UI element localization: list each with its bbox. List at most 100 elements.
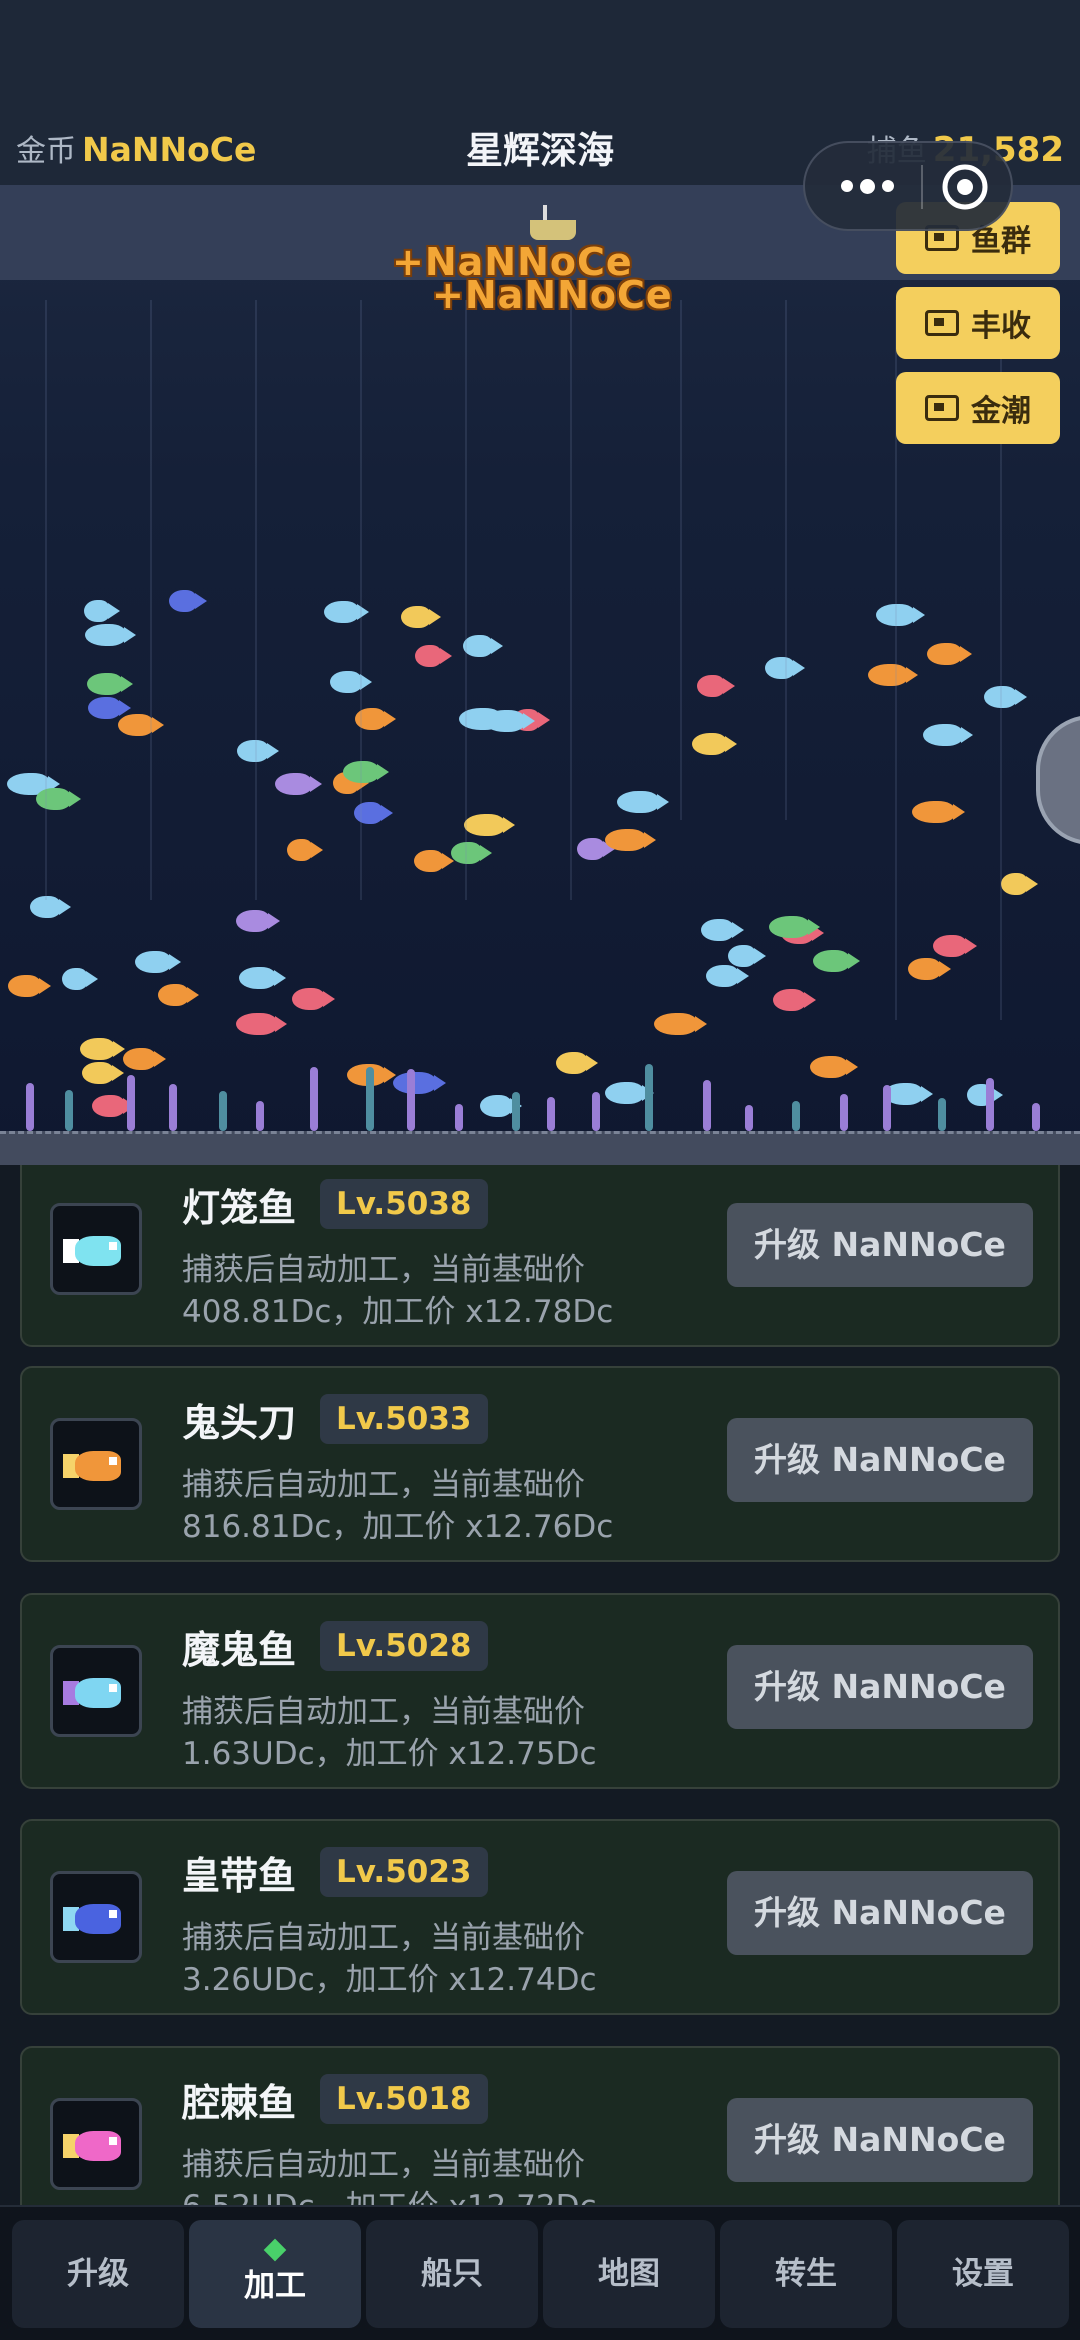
side-bubble-button[interactable]	[1036, 715, 1080, 845]
fish-card: 腔棘鱼 Lv.5018 捕获后自动加工，当前基础价6.52UDc，加工价 x12…	[20, 2046, 1060, 2205]
tab-ships[interactable]: 船只	[366, 2220, 538, 2328]
seaweed	[645, 1064, 653, 1131]
upgrade-button[interactable]: 升级 NaNNoCe	[727, 1645, 1033, 1729]
seaweed	[455, 1104, 463, 1131]
tab-label: 船只	[421, 2256, 483, 2292]
fish-sprite	[933, 935, 977, 957]
fish-sprite	[135, 951, 181, 973]
upgrade-button[interactable]: 升级 NaNNoCe	[727, 1203, 1033, 1287]
light-ray	[360, 300, 362, 900]
fish-sprite	[236, 1013, 287, 1035]
tab-label: 升级	[67, 2256, 129, 2292]
capsule-divider	[921, 165, 923, 209]
seaweed	[938, 1098, 946, 1131]
seaweed	[840, 1094, 848, 1131]
tab-upgrade[interactable]: 升级	[12, 2220, 184, 2328]
seaweed	[219, 1091, 227, 1131]
fish-sprite	[158, 984, 199, 1006]
level-badge: Lv.5028	[320, 1621, 488, 1671]
fish-sprite	[87, 673, 133, 695]
seaweed	[703, 1080, 711, 1131]
tab-label: 设置	[952, 2256, 1014, 2292]
fish-sprite	[1001, 873, 1038, 895]
tab-settings[interactable]: 设置	[897, 2220, 1069, 2328]
seaweed	[26, 1083, 34, 1131]
seaweed	[883, 1085, 891, 1131]
processing-list[interactable]: 灯笼鱼 Lv.5038 捕获后自动加工，当前基础价408.81Dc，加工价 x1…	[0, 1165, 1080, 2205]
tab-map[interactable]: 地图	[543, 2220, 715, 2328]
seaweed	[256, 1101, 264, 1131]
seaweed	[745, 1105, 753, 1131]
fish-sprite	[84, 600, 120, 622]
fish-sprite	[577, 838, 615, 860]
fish-sprite	[912, 801, 965, 823]
seaweed	[792, 1101, 800, 1131]
light-ray	[785, 300, 787, 820]
fish-card: 鬼头刀 Lv.5033 捕获后自动加工，当前基础价816.81Dc，加工价 x1…	[20, 1366, 1060, 1562]
fish-sprite	[8, 975, 51, 997]
fish-icon	[50, 1203, 142, 1295]
fish-sprite	[464, 814, 515, 836]
tab-processing[interactable]: 加工	[189, 2220, 361, 2328]
fish-sprite	[123, 1048, 166, 1070]
fish-card: 魔鬼鱼 Lv.5028 捕获后自动加工，当前基础价1.63UDc，加工价 x12…	[20, 1593, 1060, 1789]
fish-name: 灯笼鱼	[182, 1186, 297, 1230]
fish-sprite	[480, 1095, 522, 1117]
fish-sprite	[654, 1013, 707, 1035]
fish-card: 皇带鱼 Lv.5023 捕获后自动加工，当前基础价3.26UDc，加工价 x12…	[20, 1819, 1060, 2015]
seaweed	[366, 1067, 374, 1131]
active-diamond-icon	[263, 2238, 287, 2262]
seaweed	[592, 1092, 600, 1131]
fish-sprite	[118, 714, 164, 736]
fish-description: 捕获后自动加工，当前基础价816.81Dc，加工价 x12.76Dc	[182, 1467, 614, 1545]
fish-sprite	[701, 919, 744, 941]
level-badge: Lv.5018	[320, 2074, 488, 2124]
fish-sprite	[605, 1082, 654, 1104]
fish-description: 捕获后自动加工，当前基础价1.63UDc，加工价 x12.75Dc	[182, 1694, 597, 1772]
fish-sprite	[415, 645, 452, 667]
fish-sprite	[324, 601, 369, 623]
fish-sprite	[236, 910, 280, 932]
tab-rebirth[interactable]: 转生	[720, 2220, 892, 2328]
boost-harvest-button[interactable]: 丰收	[896, 287, 1060, 359]
fish-sprite	[769, 916, 820, 938]
fish-sprite	[463, 635, 503, 657]
fish-sprite	[85, 624, 136, 646]
close-target-icon[interactable]	[941, 163, 989, 211]
fish-sprite	[617, 791, 669, 813]
sea-floor	[0, 1131, 1080, 1165]
fish-sprite	[330, 671, 372, 693]
fish-sprite	[292, 988, 335, 1010]
fish-sprite	[706, 965, 749, 987]
fish-sprite	[728, 945, 766, 967]
fish-sprite	[923, 724, 973, 746]
seaweed	[547, 1097, 555, 1131]
upgrade-button[interactable]: 升级 NaNNoCe	[727, 1418, 1033, 1502]
fish-sprite	[813, 950, 860, 972]
miniprogram-capsule	[803, 141, 1013, 231]
seaweed	[512, 1092, 520, 1131]
fish-name: 皇带鱼	[182, 1854, 297, 1898]
tv-icon	[925, 395, 959, 421]
fish-sprite	[88, 697, 131, 719]
light-ray	[255, 300, 257, 900]
bottom-tab-bar: 升级 加工 船只 地图 转生 设置	[0, 2205, 1080, 2340]
fish-sprite	[239, 967, 286, 989]
upgrade-button[interactable]: 升级 NaNNoCe	[727, 1871, 1033, 1955]
fish-sprite	[62, 968, 98, 990]
fishing-boat	[530, 220, 576, 240]
fish-sprite	[605, 829, 656, 851]
light-ray	[465, 300, 467, 900]
seaweed	[986, 1078, 994, 1131]
level-badge: Lv.5033	[320, 1394, 488, 1444]
light-ray	[150, 300, 152, 900]
more-icon[interactable]	[827, 143, 907, 229]
fish-sprite	[287, 839, 323, 861]
fish-sprite	[36, 788, 81, 810]
boost-gold-tide-button[interactable]: 金潮	[896, 372, 1060, 444]
fish-sprite	[354, 802, 393, 824]
fish-description: 捕获后自动加工，当前基础价3.26UDc，加工价 x12.74Dc	[182, 1920, 597, 1998]
fish-sprite	[556, 1052, 598, 1074]
seaweed	[310, 1067, 318, 1131]
upgrade-button[interactable]: 升级 NaNNoCe	[727, 2098, 1033, 2182]
